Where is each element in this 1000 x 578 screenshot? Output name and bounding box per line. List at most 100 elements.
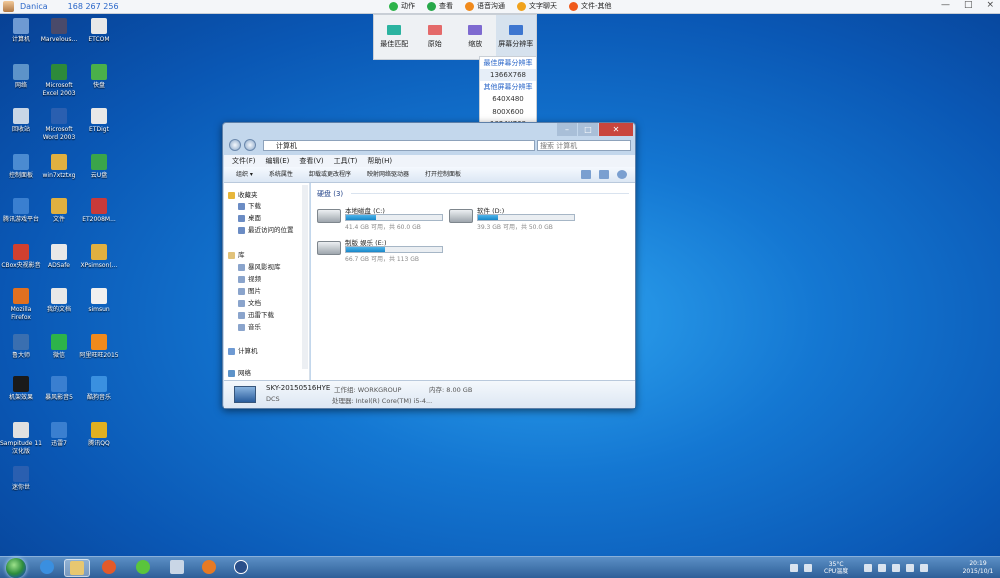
desktop-icon[interactable]: ETCOM: [78, 18, 120, 44]
command-button[interactable]: 映射网络驱动器: [367, 167, 409, 182]
desktop-icon[interactable]: ET2008M...: [78, 198, 120, 224]
remote-menu-item[interactable]: 文字聊天: [517, 1, 557, 11]
remote-menu-item[interactable]: 查看: [427, 1, 453, 11]
desktop-icon[interactable]: Microsoft Excel 2003: [38, 64, 80, 98]
tray-volume-icon[interactable]: [906, 564, 915, 572]
minimize-button[interactable]: —: [941, 0, 950, 10]
drive-item[interactable]: 制版 娱乐 (E:) 66.7 GB 可用，共 113 GB: [317, 237, 447, 263]
group-title[interactable]: 硬盘 (3): [317, 189, 343, 199]
menu-item[interactable]: 查看(V): [299, 155, 323, 167]
sidebar-item-favorite[interactable]: 最近访问的位置: [238, 226, 294, 235]
min-icon[interactable]: –: [557, 123, 577, 136]
firefox-icon[interactable]: [196, 559, 222, 577]
desktop-icon[interactable]: 控制面板: [0, 154, 42, 180]
close-button[interactable]: ×: [986, 0, 994, 10]
desktop-icon[interactable]: XPsimson(...: [78, 244, 120, 270]
desktop-icon[interactable]: 迅雷7: [38, 422, 80, 448]
ie-icon[interactable]: [34, 559, 60, 577]
desktop-icon[interactable]: 文件: [38, 198, 80, 224]
library-header[interactable]: 库: [228, 251, 245, 260]
tray-power-icon[interactable]: [920, 564, 929, 572]
sidebar-item-library[interactable]: 图片: [238, 287, 261, 296]
desktop-icon[interactable]: Microsoft Word 2003: [38, 108, 80, 142]
tray-monitor-icon[interactable]: [892, 564, 901, 572]
tray-app-icon[interactable]: [790, 564, 798, 572]
desktop-icon[interactable]: 网络: [0, 64, 42, 90]
search-input[interactable]: 搜索 计算机: [537, 140, 631, 151]
desktop-icon[interactable]: 鲁大师: [0, 334, 42, 360]
tray-flag-icon[interactable]: [878, 564, 887, 572]
desktop-icon[interactable]: 腾讯游戏平台: [0, 198, 42, 224]
desktop-icon[interactable]: Sampitude 11 汉化版: [0, 422, 42, 456]
preview-icon[interactable]: [599, 170, 609, 179]
view-icon[interactable]: [581, 170, 591, 179]
sidebar-scrollbar[interactable]: [302, 185, 308, 369]
desktop-icon[interactable]: 我的文档: [38, 288, 80, 314]
menu-item[interactable]: 文件(F): [232, 155, 256, 167]
sidebar-item-library[interactable]: 文档: [238, 299, 261, 308]
display-toolbar-button[interactable]: 屏幕分辨率: [495, 15, 536, 59]
remote-menu-item[interactable]: 语音沟通: [465, 1, 505, 11]
clock[interactable]: 20:19 2015/10/1: [960, 560, 996, 576]
command-button[interactable]: 组织 ▾: [236, 167, 253, 182]
favorites-header[interactable]: 收藏夹: [228, 191, 258, 200]
desktop-icon[interactable]: win7xtztxg: [38, 154, 80, 180]
desktop-icon[interactable]: 阿里旺旺2015: [78, 334, 120, 360]
desktop-icon[interactable]: 微信: [38, 334, 80, 360]
desktop-icon[interactable]: 机架效果: [0, 376, 42, 402]
tray-help-icon[interactable]: [804, 564, 812, 572]
desktop-icon[interactable]: Marvelous...: [38, 18, 80, 44]
drive-item[interactable]: 软件 (D:) 39.3 GB 可用，共 50.0 GB: [449, 205, 579, 231]
avatar[interactable]: [3, 1, 14, 12]
k-app-icon[interactable]: [228, 559, 254, 577]
media-icon[interactable]: [96, 559, 122, 577]
sidebar-item-library[interactable]: 迅雷下载: [238, 311, 274, 320]
resolution-option[interactable]: 800X600: [480, 106, 536, 118]
sidebar-item-favorite[interactable]: 桌面: [238, 214, 261, 223]
back-button[interactable]: [229, 139, 241, 151]
360-icon[interactable]: [130, 559, 156, 577]
menu-item[interactable]: 工具(T): [334, 155, 358, 167]
maximize-button[interactable]: □: [964, 0, 973, 10]
cpu-temperature[interactable]: 35°C CPU温度: [824, 561, 848, 575]
resolution-option-best[interactable]: 1366X768: [480, 69, 536, 82]
display-toolbar-button[interactable]: 最佳匹配: [374, 15, 415, 59]
command-button[interactable]: 打开控制面板: [425, 167, 461, 182]
command-button[interactable]: 系统属性: [269, 167, 293, 182]
desktop-icon[interactable]: Mozilla Firefox: [0, 288, 42, 322]
sidebar-item-library[interactable]: 音乐: [238, 323, 261, 332]
sidebar-item-network[interactable]: 网络: [228, 369, 251, 378]
command-button[interactable]: 卸载或更改程序: [309, 167, 351, 182]
menu-item[interactable]: 编辑(E): [266, 155, 290, 167]
desktop-icon[interactable]: CBox央视影音: [0, 244, 42, 270]
display-toolbar-button[interactable]: 缩放: [455, 15, 496, 59]
desktop-icon[interactable]: 腾讯QQ: [78, 422, 120, 448]
sidebar-item-library[interactable]: 暴风影视库: [238, 263, 281, 272]
max-icon[interactable]: □: [578, 123, 598, 136]
start-button[interactable]: [6, 558, 26, 578]
desktop-icon[interactable]: 回收站: [0, 108, 42, 134]
address-bar[interactable]: 计算机: [263, 140, 535, 151]
remote-menu-item[interactable]: 文件-其他: [569, 1, 612, 11]
help-icon[interactable]: [617, 170, 627, 179]
window-titlebar[interactable]: 计算机 搜索 计算机 – □ ✕: [223, 123, 635, 155]
desktop-icon[interactable]: 云U盘: [78, 154, 120, 180]
drive-item[interactable]: 本地磁盘 (C:) 41.4 GB 可用，共 60.0 GB: [317, 205, 447, 231]
desktop-icon[interactable]: 酷狗音乐: [78, 376, 120, 402]
desktop-icon[interactable]: 迷你世: [0, 466, 42, 492]
sidebar-item-library[interactable]: 视频: [238, 275, 261, 284]
sidebar-item-favorite[interactable]: 下载: [238, 202, 261, 211]
desktop-icon[interactable]: 计算机: [0, 18, 42, 44]
menu-item[interactable]: 帮助(H): [367, 155, 392, 167]
forward-button[interactable]: [244, 139, 256, 151]
sidebar-item-computer[interactable]: 计算机: [228, 347, 258, 356]
remote-menu-item[interactable]: 动作: [389, 1, 415, 11]
explorer-taskbar-icon[interactable]: [64, 559, 90, 577]
explorer-window[interactable]: 计算机 搜索 计算机 – □ ✕ 文件(F) 编辑(E) 查看(V) 工具(T) 帮助(…: [222, 122, 636, 409]
tray-network-icon[interactable]: [864, 564, 873, 572]
film-icon[interactable]: [164, 559, 190, 577]
close-icon[interactable]: ✕: [599, 123, 633, 136]
desktop-icon[interactable]: ETDigt: [78, 108, 120, 134]
desktop-icon[interactable]: ADSafe: [38, 244, 80, 270]
desktop-icon[interactable]: 快盘: [78, 64, 120, 90]
